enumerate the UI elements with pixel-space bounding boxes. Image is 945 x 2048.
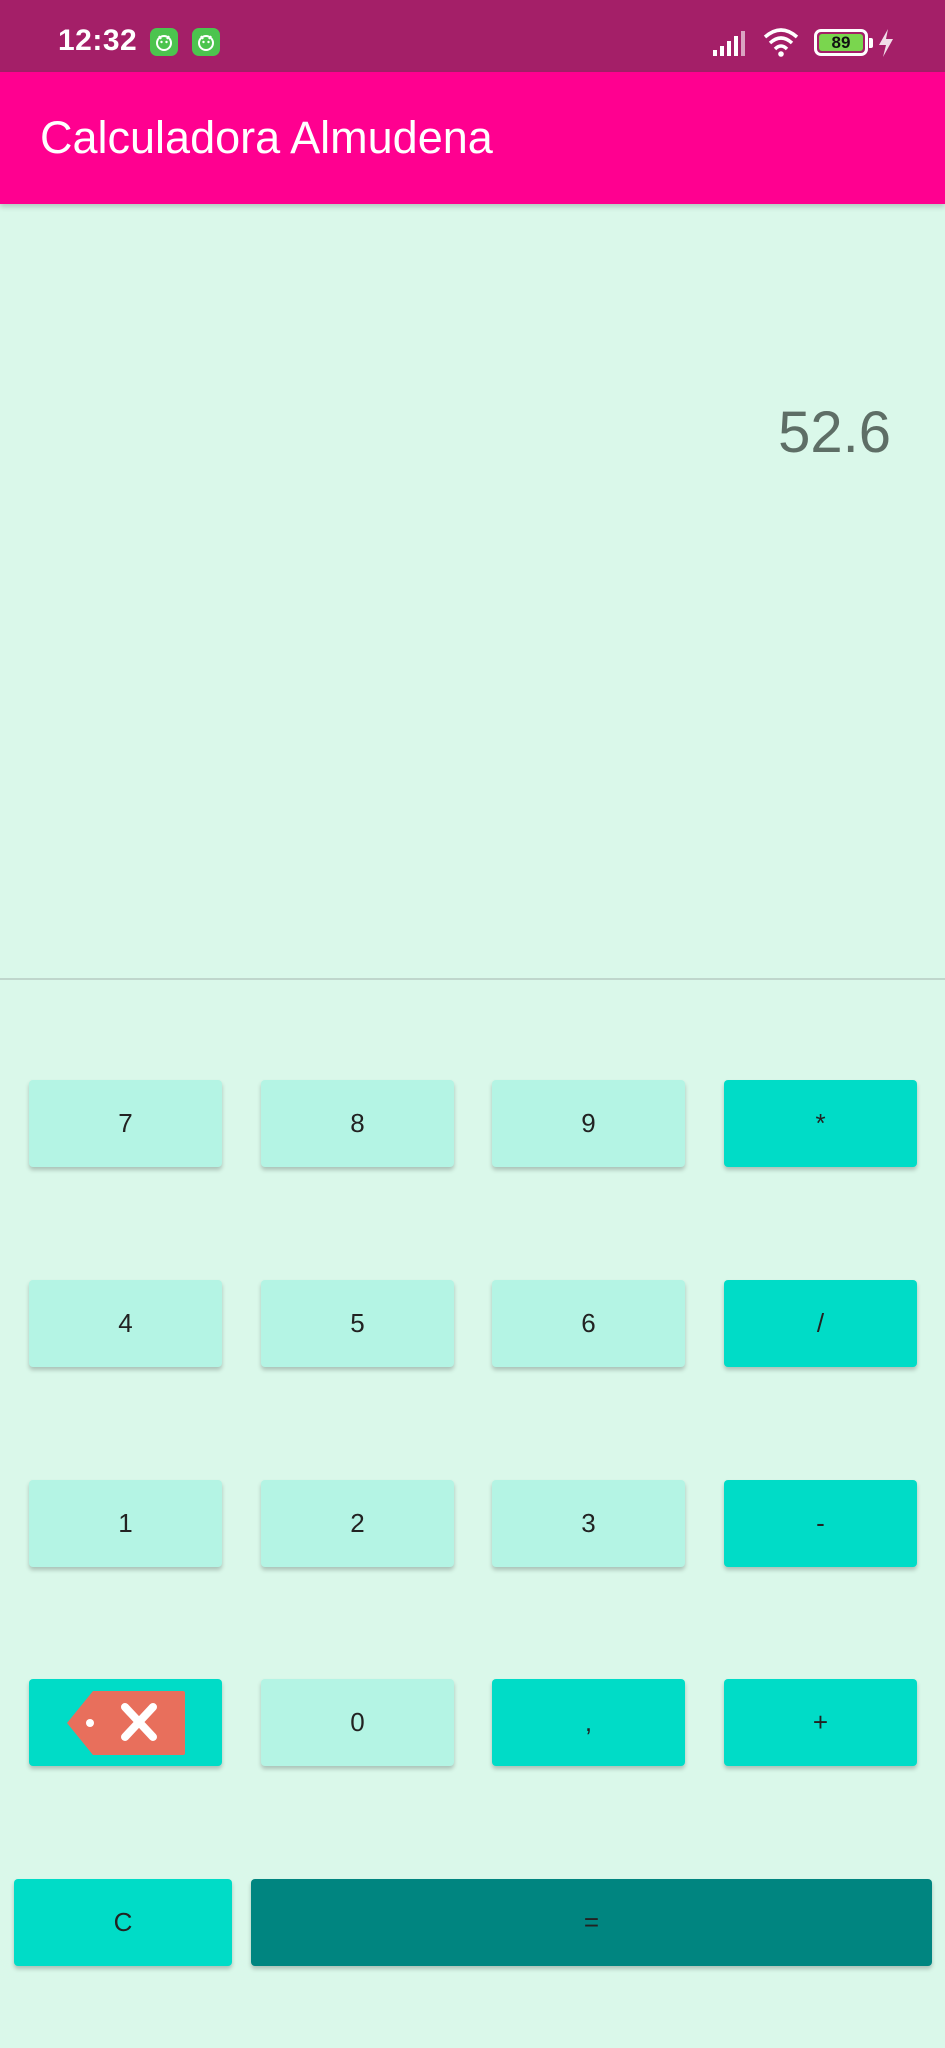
backspace-icon xyxy=(66,1690,185,1755)
backspace-button[interactable] xyxy=(29,1679,222,1766)
charging-bolt-icon xyxy=(879,29,893,57)
battery-icon: 89 xyxy=(814,29,873,56)
digit-5-button[interactable]: 5 xyxy=(261,1280,454,1367)
divider xyxy=(0,978,945,980)
signal-icon xyxy=(713,31,745,56)
digit-0-button[interactable]: 0 xyxy=(261,1679,454,1766)
digit-2-button[interactable]: 2 xyxy=(261,1480,454,1567)
display-value: 52.6 xyxy=(778,400,891,465)
multiply-button[interactable]: * xyxy=(724,1080,917,1167)
digit-7-button[interactable]: 7 xyxy=(29,1080,222,1167)
digit-9-button[interactable]: 9 xyxy=(492,1080,685,1167)
decimal-button[interactable]: , xyxy=(492,1679,685,1766)
digit-3-button[interactable]: 3 xyxy=(492,1480,685,1567)
calculator-display: 52.6 xyxy=(0,204,945,979)
clear-button[interactable]: C xyxy=(14,1879,232,1966)
digit-8-button[interactable]: 8 xyxy=(261,1080,454,1167)
battery-level: 89 xyxy=(819,34,863,51)
digit-4-button[interactable]: 4 xyxy=(29,1280,222,1367)
app-bar: Calculadora Almudena xyxy=(0,72,945,204)
digit-6-button[interactable]: 6 xyxy=(492,1280,685,1367)
subtract-button[interactable]: - xyxy=(724,1480,917,1567)
status-bar: 12:32 89 xyxy=(0,0,945,72)
app-notification-icon xyxy=(150,28,178,56)
divide-button[interactable]: / xyxy=(724,1280,917,1367)
app-title: Calculadora Almudena xyxy=(40,112,493,163)
wifi-icon xyxy=(763,28,799,57)
status-time: 12:32 xyxy=(58,24,138,57)
app-notification-icon xyxy=(192,28,220,56)
digit-1-button[interactable]: 1 xyxy=(29,1480,222,1567)
add-button[interactable]: + xyxy=(724,1679,917,1766)
equals-button[interactable]: = xyxy=(251,1879,932,1966)
